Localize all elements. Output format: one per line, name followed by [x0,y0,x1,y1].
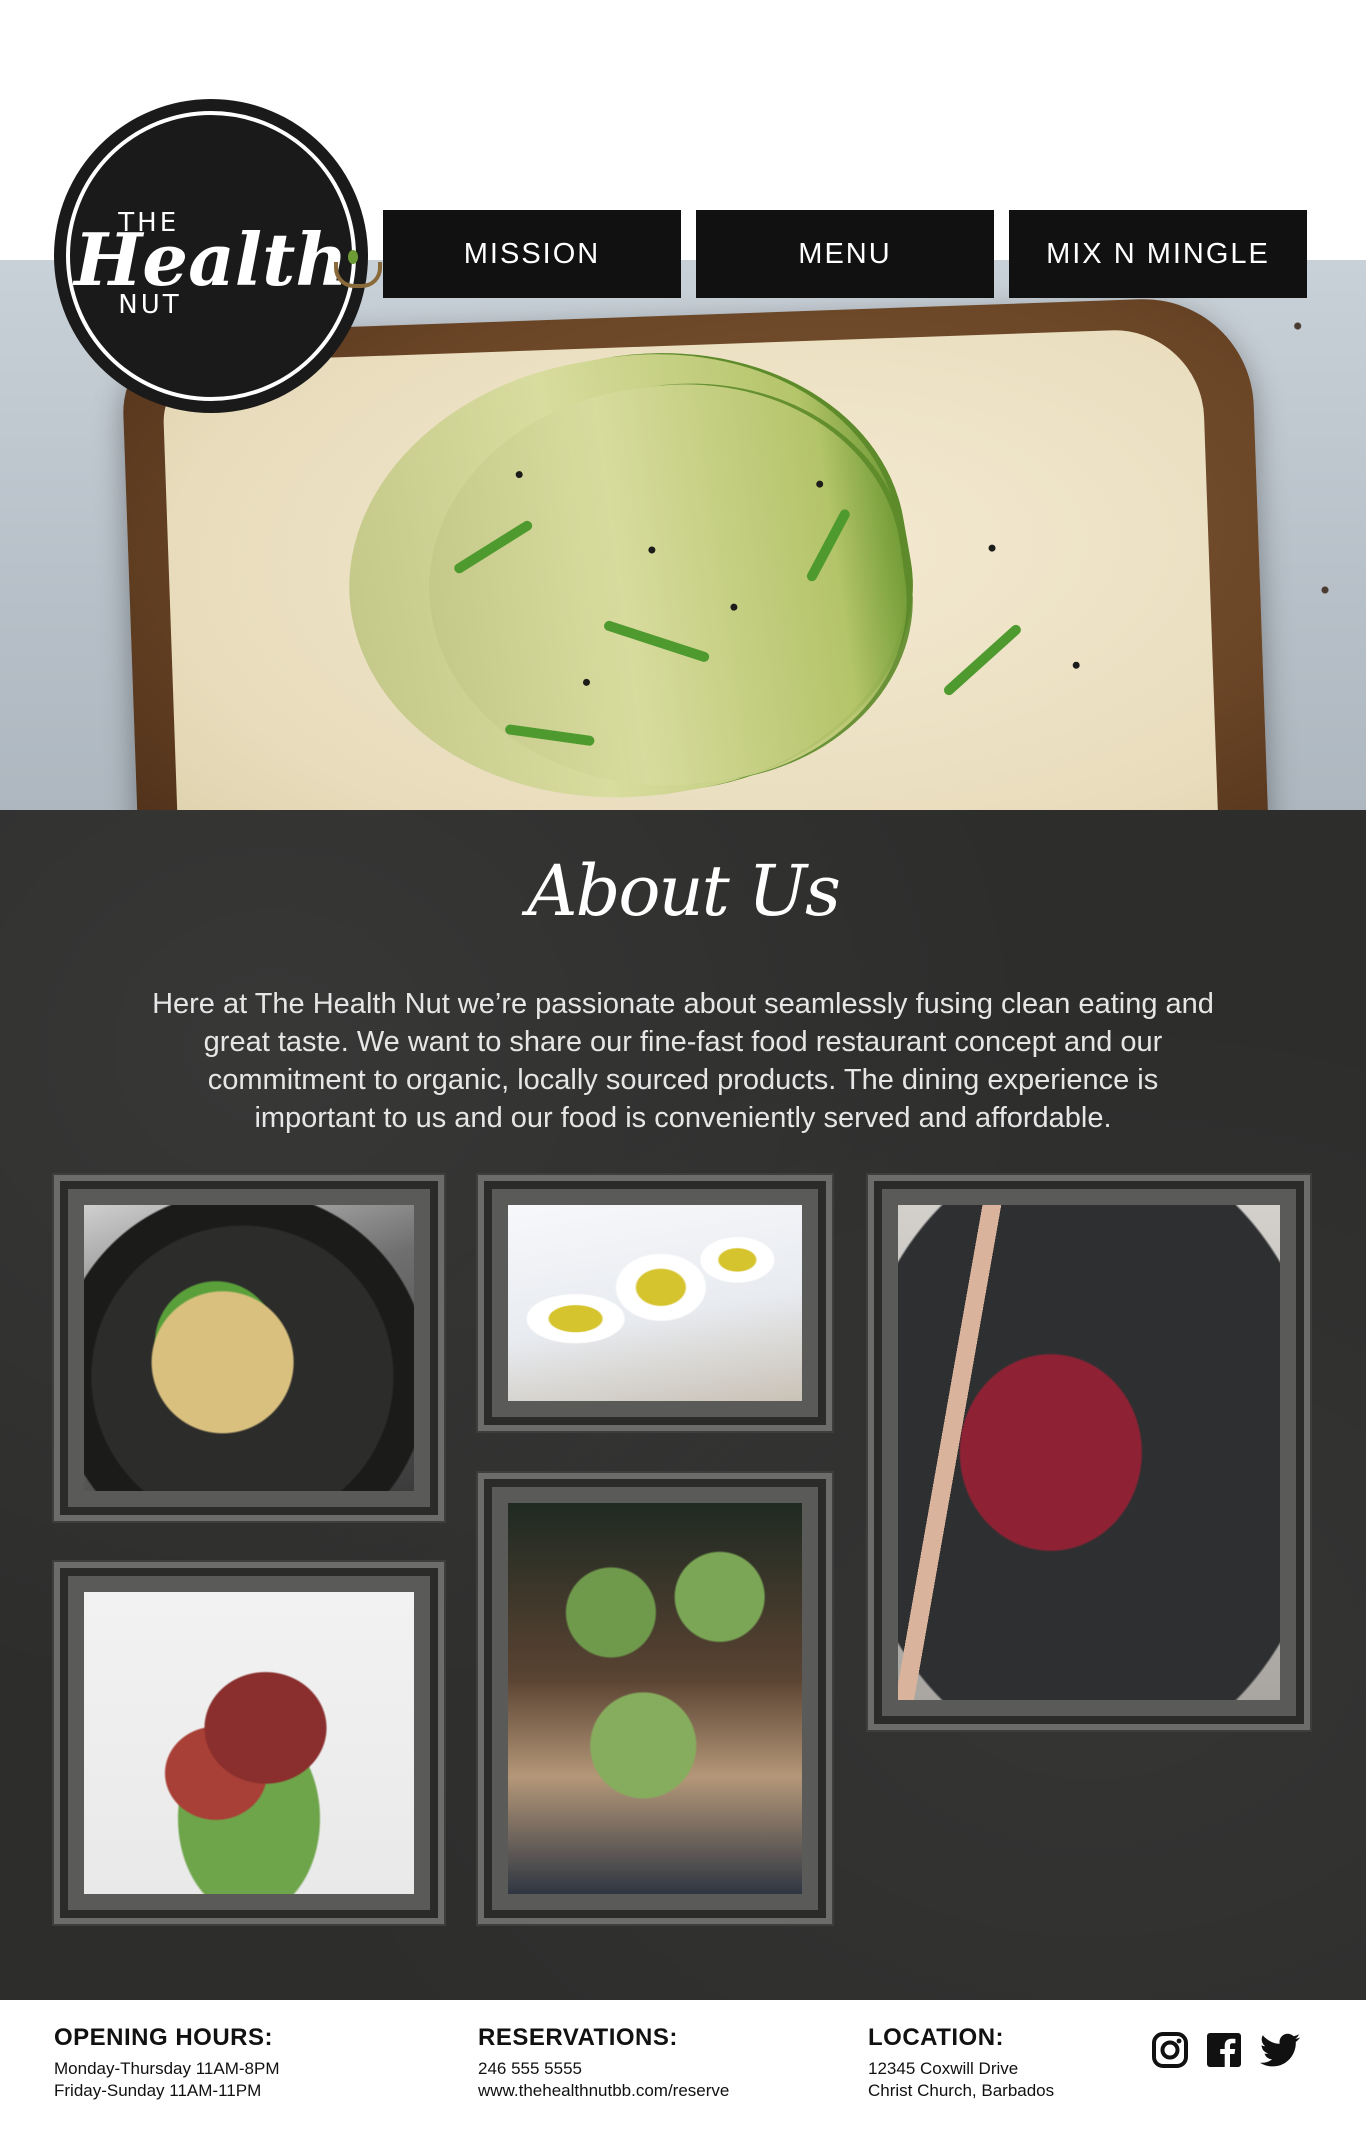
nav-mission[interactable]: MISSION [383,210,681,298]
reservations-phone[interactable]: 246 555 5555 [478,2058,729,2080]
location-line: 12345 Coxwill Drive [868,2059,1019,2078]
logo-health: Health [74,217,348,302]
about-section: About Us Here at The Health Nut we’re pa… [0,810,1366,2000]
photo-frame [54,1562,444,1924]
instagram-icon[interactable] [1150,2030,1190,2070]
location-heading: LOCATION: [868,2024,1005,2051]
footer: OPENING HOURS: Monday-Thursday 11AM-8PM … [0,2000,1366,2150]
about-title: About Us [527,850,841,932]
pepper [1072,661,1080,669]
reservations-link[interactable]: www.thehealthnutbb.com/reserve [478,2080,729,2102]
photo-slate-dessert [898,1205,1280,1700]
pepper [988,544,996,552]
photo-soup-bowls [508,1205,802,1401]
nav-label: MIX N MINGLE [1046,237,1270,270]
location-line: Christ Church, Barbados [868,2081,1055,2100]
footer-hours: OPENING HOURS: Monday-Thursday 11AM-8PM … [54,2024,280,2102]
reservations-heading: RESERVATIONS: [478,2024,678,2051]
twitter-icon[interactable] [1258,2030,1300,2070]
about-body: Here at The Health Nut we’re passionate … [152,988,1214,1134]
photo-frame [478,1175,832,1431]
social-links [1150,2030,1300,2070]
photo-frame [478,1473,832,1924]
hours-line: Friday-Sunday 11AM-11PM [54,2081,262,2100]
logo-the: THE [118,208,180,238]
leaf-icon [347,250,358,264]
photo-frame [54,1175,444,1521]
photo-frame [868,1175,1310,1730]
logo-wordmark: THE Health NUT [74,210,382,318]
footer-reservations: RESERVATIONS: 246 555 5555 www.thehealth… [478,2024,729,2102]
photo-salad-bowl [84,1205,414,1491]
nav-menu[interactable]: MENU [696,210,994,298]
facebook-icon[interactable] [1204,2030,1244,2070]
logo-nut: NUT [118,290,182,320]
nav-label: MENU [798,237,892,270]
footer-location: LOCATION: 12345 Coxwill Drive Christ Chu… [868,2024,1054,2102]
logo[interactable]: THE Health NUT [54,99,382,413]
nav-mix-n-mingle[interactable]: MIX N MINGLE [1009,210,1307,298]
photo-artichokes [508,1503,802,1894]
hours-heading: OPENING HOURS: [54,2024,274,2051]
nav-label: MISSION [463,237,601,270]
photo-seared-tuna [84,1592,414,1894]
hours-line: Monday-Thursday 11AM-8PM [54,2059,280,2078]
herb [941,622,1023,698]
spread-shape [161,312,1220,810]
